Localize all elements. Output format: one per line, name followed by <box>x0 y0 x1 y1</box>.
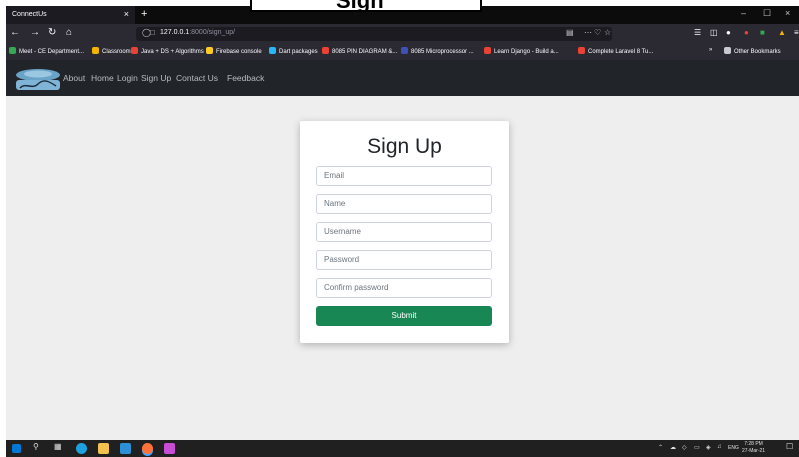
pocket-icon[interactable]: ♡ <box>594 28 601 37</box>
nav-link-contact-us[interactable]: Contact Us <box>176 73 218 83</box>
bookmarks-bar: » Other Bookmarks Meet - CE Department..… <box>6 44 799 60</box>
extension-icon[interactable]: ■ <box>760 28 765 37</box>
vscode-icon[interactable] <box>120 443 131 454</box>
bookmark-label: Java + DS + Algorithms <box>141 49 204 55</box>
task-view-icon[interactable]: ▦ <box>54 442 62 451</box>
url-bar[interactable]: ◯ □ 127.0.0.1:8000/sign_up/ ▤ ⋯ ♡ ☆ <box>136 27 612 41</box>
tab-title: ConnectUs <box>12 11 47 18</box>
clock[interactable]: 7:28 PM 27-Mar-21 <box>742 441 765 455</box>
notification-icon[interactable]: ☐ <box>786 442 793 451</box>
confirm-password-field[interactable]: Confirm password <box>316 278 492 298</box>
minimize-icon[interactable]: – <box>741 8 746 18</box>
pycharm-icon[interactable] <box>164 443 175 454</box>
nav-link-sign-up[interactable]: Sign Up <box>141 73 171 83</box>
username-field[interactable]: Username <box>316 222 492 242</box>
home-icon[interactable]: ⌂ <box>66 27 72 38</box>
language-indicator[interactable]: ENG <box>728 445 739 451</box>
password-field[interactable]: Password <box>316 250 492 270</box>
bookmark-item[interactable]: Classroom <box>92 47 131 55</box>
bookmark-label: Meet - CE Department... <box>19 49 85 55</box>
name-field[interactable]: Name <box>316 194 492 214</box>
maximize-icon[interactable]: ☐ <box>763 8 771 19</box>
reader-view-icon[interactable]: ▤ <box>566 28 574 37</box>
other-bookmarks[interactable]: Other Bookmarks <box>724 47 781 55</box>
menu-icon[interactable]: ≡ <box>794 28 799 37</box>
browser-nav-bar: ← → ↻ ⌂ ◯ □ 127.0.0.1:8000/sign_up/ ▤ ⋯ … <box>6 24 799 44</box>
top-overlay-banner: Sign <box>250 0 482 12</box>
bookmark-favicon-icon <box>322 47 329 54</box>
bookmark-favicon-icon <box>269 47 276 54</box>
page-body: Sign Up Email Name Username Password Con… <box>6 96 799 440</box>
bookmark-label: Learn Django - Build a... <box>494 49 559 55</box>
bookmark-favicon-icon <box>206 47 213 54</box>
page-title: Sign Up <box>367 135 442 158</box>
tray-chevron-icon[interactable]: ⌃ <box>658 444 663 451</box>
account-icon[interactable]: ● <box>726 28 731 37</box>
app-navbar: About Home Login Sign Up Contact Us Feedback <box>6 60 799 96</box>
bookmark-favicon-icon <box>484 47 491 54</box>
page-actions-icon[interactable]: ⋯ <box>584 28 592 37</box>
submit-button[interactable]: Submit <box>316 306 492 326</box>
windows-start-icon[interactable] <box>12 444 21 453</box>
bookmark-star-icon[interactable]: ☆ <box>604 28 611 37</box>
bookmark-item[interactable]: Meet - CE Department... <box>9 47 84 55</box>
os-taskbar: ⚲ ▦ ⌃ ☁ ◇ ▭ ◈ ♫ ENG 7:28 PM 27-Mar-21 ☐ <box>6 440 799 457</box>
signup-card: Sign Up Email Name Username Password Con… <box>300 121 509 343</box>
bookmark-label: 8085 PIN DIAGRAM &... <box>332 49 398 55</box>
nav-link-about[interactable]: About <box>63 73 85 83</box>
library-icon[interactable]: ☰ <box>694 28 701 37</box>
bookmarks-overflow-icon[interactable]: » <box>709 47 712 53</box>
bookmark-favicon-icon <box>9 47 16 54</box>
sidebar-icon[interactable]: ◫ <box>710 28 718 37</box>
bookmark-label: 8085 Microprocessor ... <box>411 49 474 55</box>
reload-icon[interactable]: ↻ <box>48 27 56 38</box>
firefox-icon[interactable] <box>142 443 153 454</box>
extension-icon[interactable]: ▲ <box>778 28 786 37</box>
bookmark-item[interactable]: Java + DS + Algorithms <box>131 47 204 55</box>
bookmark-label: Firebase console <box>216 49 262 55</box>
bookmark-item[interactable]: Learn Django - Build a... <box>484 47 559 55</box>
tab-close-icon[interactable]: × <box>124 9 129 19</box>
wifi-icon[interactable]: ◈ <box>706 444 711 451</box>
bookmark-item[interactable]: 8085 Microprocessor ... <box>401 47 474 55</box>
bookmark-label: Classroom <box>102 49 131 55</box>
new-tab-icon[interactable]: + <box>141 8 147 20</box>
clock-time: 7:28 PM <box>744 441 763 447</box>
bookmark-label: Dart packages <box>279 49 318 55</box>
bookmark-favicon-icon <box>92 47 99 54</box>
bookmark-favicon-icon <box>578 47 585 54</box>
edge-browser-icon[interactable] <box>76 443 87 454</box>
page-icon: □ <box>150 28 155 37</box>
window-close-icon[interactable]: × <box>785 8 790 18</box>
volume-icon[interactable]: ♫ <box>717 444 722 450</box>
search-icon[interactable]: ⚲ <box>33 442 39 451</box>
browser-tab[interactable]: ConnectUs × <box>6 6 135 24</box>
bookmark-item[interactable]: Firebase console <box>206 47 262 55</box>
clock-date: 27-Mar-21 <box>742 448 766 454</box>
bookmark-favicon-icon <box>401 47 408 54</box>
email-field[interactable]: Email <box>316 166 492 186</box>
bookmark-item[interactable]: 8085 PIN DIAGRAM &... <box>322 47 397 55</box>
bookmark-label: Complete Laravel 8 Tu... <box>588 49 654 55</box>
tray-app-icon[interactable]: ◇ <box>682 444 687 451</box>
overlay-text: Sign <box>336 0 384 10</box>
back-icon[interactable]: ← <box>10 27 20 38</box>
bookmark-item[interactable]: Complete Laravel 8 Tu... <box>578 47 653 55</box>
file-explorer-icon[interactable] <box>98 443 109 454</box>
extension-icon[interactable]: ● <box>744 28 749 37</box>
logo-icon[interactable] <box>14 66 62 92</box>
forward-icon[interactable]: → <box>30 27 40 38</box>
nav-link-home[interactable]: Home <box>91 73 114 83</box>
battery-icon[interactable]: ▭ <box>694 444 700 451</box>
bookmark-favicon-icon <box>131 47 138 54</box>
url-text: 127.0.0.1:8000/sign_up/ <box>160 29 236 36</box>
nav-link-login[interactable]: Login <box>117 73 138 83</box>
bookmark-item[interactable]: Dart packages <box>269 47 318 55</box>
nav-link-feedback[interactable]: Feedback <box>227 73 264 83</box>
cloud-icon[interactable]: ☁ <box>670 444 676 451</box>
